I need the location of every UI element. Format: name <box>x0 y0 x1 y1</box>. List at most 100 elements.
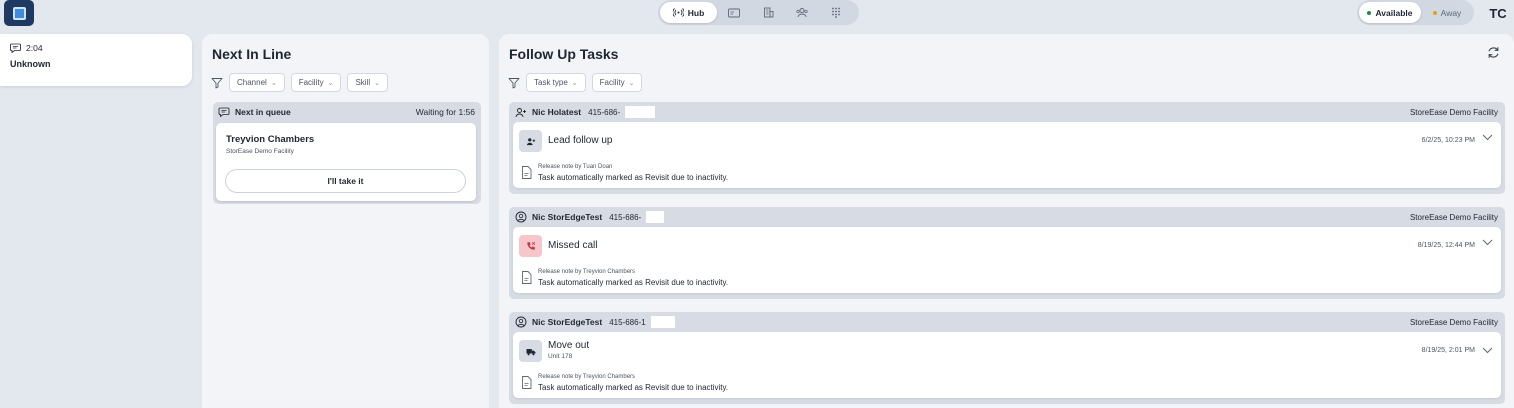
filter-channel-label: Channel <box>237 78 267 87</box>
active-conversation-card[interactable]: 2:04 Unknown <box>0 34 192 86</box>
queue-facility: StorEase Demo Facility <box>226 148 294 155</box>
chevron-down-icon: ⌄ <box>628 79 635 87</box>
nav-contacts-button[interactable] <box>717 2 751 23</box>
queue-label: Next in queue <box>235 107 291 117</box>
refresh-icon <box>1488 47 1499 58</box>
filter-facility-dropdown[interactable]: Facility ⌄ <box>591 73 643 92</box>
release-note-author: Release note by Tuan Doan <box>538 164 613 170</box>
missed-call-icon <box>526 241 535 250</box>
task-type-badge <box>519 340 542 362</box>
task-contact-name[interactable]: Nic StorEdgeTest <box>532 317 602 327</box>
take-it-button[interactable]: I'll take it <box>225 169 466 193</box>
conversation-name: Unknown <box>10 59 51 69</box>
task-date: 6/2/25, 10:23 PM <box>1421 137 1475 144</box>
task-card[interactable]: Lead follow up 6/2/25, 10:23 PM Release … <box>513 122 1501 188</box>
expand-button[interactable] <box>1482 238 1493 248</box>
available-dot-icon <box>1367 10 1372 15</box>
main-nav: Hub <box>658 0 859 25</box>
nav-facilities-button[interactable] <box>751 2 785 23</box>
task-type-badge <box>519 130 542 152</box>
nav-team-button[interactable] <box>785 2 819 23</box>
task-facility: StoreEase Demo Facility <box>1409 107 1498 117</box>
app-logo[interactable] <box>4 0 34 26</box>
user-circle-icon <box>515 211 527 223</box>
task-contact-phone: 415-686-1 <box>609 317 646 327</box>
chevron-down-icon: ⌄ <box>327 79 334 87</box>
chevron-down-icon: ⌄ <box>571 79 578 87</box>
filter-icon <box>508 77 520 88</box>
nav-dialpad-button[interactable] <box>819 2 853 23</box>
filter-task-type-dropdown[interactable]: Task type ⌄ <box>526 73 586 92</box>
chevron-down-icon: ⌄ <box>270 79 277 87</box>
task-group-header: Nic StorEdgeTest 415-686- StoreEase Demo… <box>509 207 1505 227</box>
nav-hub-button[interactable]: Hub <box>660 2 717 23</box>
chat-bubble-icon <box>218 107 230 117</box>
task-contact-name[interactable]: Nic StorEdgeTest <box>532 212 602 222</box>
expand-button[interactable] <box>1482 346 1493 356</box>
status-away-label: Away <box>1440 7 1462 18</box>
task-group-header: Nic StorEdgeTest 415-686-1 StoreEase Dem… <box>509 312 1505 332</box>
task-unit: Unit 178 <box>548 353 573 360</box>
away-dot-icon <box>1432 10 1437 15</box>
follow-up-filters: Task type ⌄ Facility ⌄ <box>508 73 643 92</box>
user-avatar[interactable]: TC <box>1484 2 1512 24</box>
expand-button[interactable] <box>1482 133 1493 143</box>
task-date: 8/19/25, 12:44 PM <box>1417 242 1475 249</box>
redaction-block <box>646 211 665 223</box>
top-bar: Hub Available Away TC <box>0 0 1514 27</box>
status-available-button[interactable]: Available <box>1359 2 1421 23</box>
release-note-author: Release note by Treyvion Chambers <box>538 269 636 275</box>
task-group-header: Nic Holatest 415-686- StoreEase Demo Fac… <box>509 102 1505 122</box>
filter-skill-label: Skill <box>355 78 371 87</box>
queue-card[interactable]: Treyvion Chambers StorEase Demo Facility… <box>216 123 476 201</box>
document-icon <box>522 166 532 179</box>
task-date: 8/19/25, 2:01 PM <box>1421 347 1475 354</box>
queue-waiting-time: Waiting for 1:56 <box>415 107 475 117</box>
conversation-time: 2:04 <box>10 43 192 53</box>
filter-channel-dropdown[interactable]: Channel ⌄ <box>229 73 285 92</box>
status-away-button[interactable]: Away <box>1421 2 1473 23</box>
dialpad-icon <box>832 7 840 18</box>
release-note-author: Release note by Treyvion Chambers <box>538 374 636 380</box>
refresh-button[interactable] <box>1487 46 1500 61</box>
id-card-icon <box>728 8 740 17</box>
next-in-line-title: Next In Line <box>212 46 292 62</box>
task-contact-name[interactable]: Nic Holatest <box>532 107 581 117</box>
queue-header: Next in queue Waiting for 1:56 <box>213 102 481 122</box>
follow-up-tasks-panel: Follow Up Tasks Task type ⌄ Facility ⌄ Nic… <box>499 34 1514 408</box>
add-user-icon <box>515 107 526 117</box>
next-in-line-panel: Next In Line Channel ⌄ Facility ⌄ Skill ⌄ N… <box>202 34 489 408</box>
filter-task-type-label: Task type <box>534 78 568 87</box>
task-title: Move out <box>548 340 590 351</box>
chevron-down-icon <box>1482 347 1493 354</box>
task-group: Nic StorEdgeTest 415-686-1 StoreEase Dem… <box>509 312 1505 404</box>
task-title: Lead follow up <box>548 135 613 146</box>
chat-bubble-icon <box>10 43 21 53</box>
filter-facility-label: Facility <box>599 78 625 87</box>
filter-facility-dropdown[interactable]: Facility ⌄ <box>290 73 342 92</box>
conversation-time-text: 2:04 <box>26 43 43 53</box>
chevron-down-icon <box>1482 239 1493 246</box>
filter-skill-dropdown[interactable]: Skill ⌄ <box>347 73 388 92</box>
status-toggle: Available Away <box>1357 0 1474 25</box>
building-icon <box>763 7 773 18</box>
filter-icon <box>211 77 223 88</box>
task-type-badge <box>519 235 542 257</box>
move-out-icon <box>526 348 535 355</box>
users-icon <box>796 8 808 18</box>
queue-group: Next in queue Waiting for 1:56 Treyvion … <box>213 102 481 204</box>
redaction-block <box>625 106 656 118</box>
next-in-line-filters: Channel ⌄ Facility ⌄ Skill ⌄ <box>211 73 388 92</box>
redaction-block <box>650 316 675 328</box>
follow-up-title: Follow Up Tasks <box>509 46 619 62</box>
task-card[interactable]: Move out Unit 178 8/19/25, 2:01 PM Relea… <box>513 332 1501 398</box>
add-user-icon <box>526 137 535 145</box>
nav-hub-label: Hub <box>687 7 705 18</box>
user-circle-icon <box>515 316 527 328</box>
queue-customer-name: Treyvion Chambers <box>226 134 315 145</box>
status-available-label: Available <box>1375 7 1413 18</box>
task-card[interactable]: Missed call 8/19/25, 12:44 PM Release no… <box>513 227 1501 293</box>
task-title: Missed call <box>548 240 598 251</box>
release-note-text: Task automatically marked as Revisit due… <box>538 278 729 287</box>
release-note-text: Task automatically marked as Revisit due… <box>538 173 729 182</box>
